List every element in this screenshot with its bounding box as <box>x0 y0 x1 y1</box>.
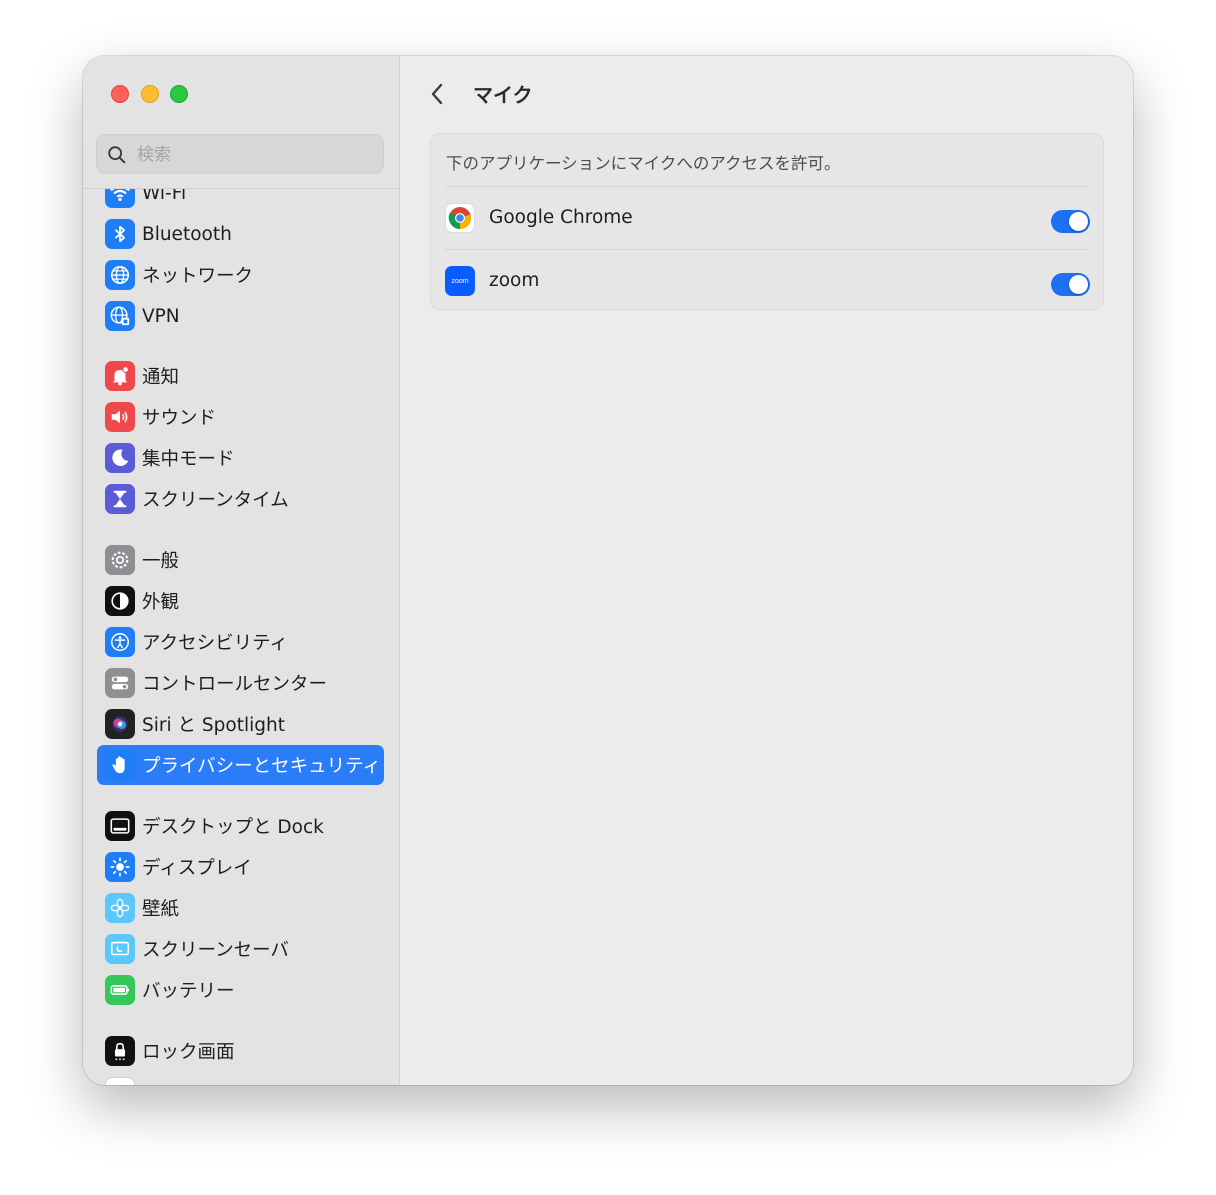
sidebar-item-label: サウンド <box>142 408 217 429</box>
back-button[interactable] <box>424 80 450 108</box>
sidebar-item-sound[interactable]: サウンド <box>97 397 384 437</box>
sidebar-item-desktop-dock[interactable]: デスクトップと Dock <box>97 806 384 846</box>
chrome-icon <box>445 203 475 233</box>
vpn-globe-icon <box>105 301 135 331</box>
sidebar-item-general[interactable]: 一般 <box>97 540 384 580</box>
zoom-button[interactable] <box>170 85 188 103</box>
toggle-knob <box>1069 212 1088 231</box>
flower-icon <box>105 893 135 923</box>
minimize-button[interactable] <box>141 85 159 103</box>
sun-icon <box>105 852 135 882</box>
sidebar-item-label: 通知 <box>142 367 180 388</box>
settings-window: Wi-Fi Bluetooth ネットワーク VPN 通知 サウンド 集中モード… <box>83 56 1133 1085</box>
sidebar-divider <box>83 188 399 189</box>
chrome-microphone-toggle[interactable] <box>1051 210 1090 233</box>
sidebar-item-label: コントロールセンター <box>142 674 328 695</box>
sidebar-item-accessibility[interactable]: アクセシビリティ <box>97 622 384 662</box>
gear-icon <box>105 545 135 575</box>
lock-icon <box>105 1036 135 1066</box>
moon-icon <box>105 443 135 473</box>
app-row-google-chrome: Google Chrome <box>431 187 1103 249</box>
zoom-icon-text: zoom <box>451 277 469 285</box>
bluetooth-icon <box>105 219 135 249</box>
sidebar-item-label: 一般 <box>142 551 180 572</box>
sidebar-item-label: 集中モード <box>142 449 235 470</box>
sidebar-item-battery[interactable]: バッテリー <box>97 970 384 1010</box>
sidebar-item-label: ロック画面 <box>142 1042 235 1063</box>
hand-icon <box>105 750 135 780</box>
battery-icon <box>105 975 135 1005</box>
toggles-icon <box>105 668 135 698</box>
sidebar-item-lock-screen[interactable]: ロック画面 <box>97 1031 384 1071</box>
dock-icon <box>105 811 135 841</box>
main-content: マイク 下のアプリケーションにマイクへのアクセスを許可。 Google Chro… <box>400 56 1133 1085</box>
siri-icon <box>105 709 135 739</box>
chevron-left-icon <box>431 83 443 105</box>
sidebar-item-control-center[interactable]: コントロールセンター <box>97 663 384 703</box>
hourglass-icon <box>105 484 135 514</box>
sidebar-item-label: Bluetooth <box>142 223 232 245</box>
sidebar-item-label: ネットワーク <box>142 266 254 287</box>
app-name: zoom <box>489 270 540 291</box>
app-row-zoom: zoom zoom <box>431 250 1103 312</box>
sidebar-item-siri-spotlight[interactable]: Siri と Spotlight <box>97 704 384 744</box>
sidebar-item-label: 外観 <box>142 592 180 613</box>
sidebar-item-touch-id[interactable] <box>97 1072 384 1085</box>
sidebar-item-screen-saver[interactable]: スクリーンセーバ <box>97 929 384 969</box>
zoom-microphone-toggle[interactable] <box>1051 273 1090 296</box>
page-title: マイク <box>473 83 533 107</box>
sidebar-item-screen-time[interactable]: スクリーンタイム <box>97 479 384 519</box>
sidebar-item-label: Siri と Spotlight <box>142 715 285 736</box>
sidebar: Wi-Fi Bluetooth ネットワーク VPN 通知 サウンド 集中モード… <box>83 56 400 1085</box>
sidebar-item-focus[interactable]: 集中モード <box>97 438 384 478</box>
sidebar-item-label: ディスプレイ <box>142 858 252 879</box>
sidebar-item-label: プライバシーとセキュリティ <box>142 756 382 777</box>
app-name: Google Chrome <box>489 207 633 228</box>
globe-icon <box>105 260 135 290</box>
panel-description: 下のアプリケーションにマイクへのアクセスを許可。 <box>446 154 841 173</box>
sidebar-item-vpn[interactable]: VPN <box>97 296 384 336</box>
sidebar-item-displays[interactable]: ディスプレイ <box>97 847 384 887</box>
close-button[interactable] <box>111 85 129 103</box>
search-field[interactable] <box>96 134 384 175</box>
sidebar-item-label: 壁紙 <box>142 899 180 920</box>
microphone-access-panel: 下のアプリケーションにマイクへのアクセスを許可。 Google Chrome z… <box>430 133 1104 310</box>
sidebar-item-label: スクリーンタイム <box>142 490 289 511</box>
toggle-knob <box>1069 275 1088 294</box>
sidebar-item-network[interactable]: ネットワーク <box>97 255 384 295</box>
screensaver-icon <box>105 934 135 964</box>
sidebar-list: Wi-Fi Bluetooth ネットワーク VPN 通知 サウンド 集中モード… <box>83 56 399 1085</box>
sidebar-item-label: VPN <box>142 305 180 327</box>
sidebar-item-label: アクセシビリティ <box>142 633 288 654</box>
touch-id-icon <box>105 1077 135 1085</box>
appearance-icon <box>105 586 135 616</box>
sidebar-item-label: スクリーンセーバ <box>142 940 289 961</box>
sidebar-item-appearance[interactable]: 外観 <box>97 581 384 621</box>
sidebar-item-label: バッテリー <box>142 981 235 1002</box>
speaker-icon <box>105 402 135 432</box>
zoom-icon: zoom <box>445 266 475 296</box>
bell-icon <box>105 361 135 391</box>
sidebar-item-privacy-security[interactable]: プライバシーとセキュリティ <box>97 745 384 785</box>
sidebar-item-label: デスクトップと Dock <box>142 817 324 838</box>
sidebar-item-bluetooth[interactable]: Bluetooth <box>97 214 384 254</box>
sidebar-item-wallpaper[interactable]: 壁紙 <box>97 888 384 928</box>
accessibility-icon <box>105 627 135 657</box>
search-icon <box>108 146 126 164</box>
search-input[interactable] <box>135 135 379 175</box>
sidebar-item-notifications[interactable]: 通知 <box>97 356 384 396</box>
